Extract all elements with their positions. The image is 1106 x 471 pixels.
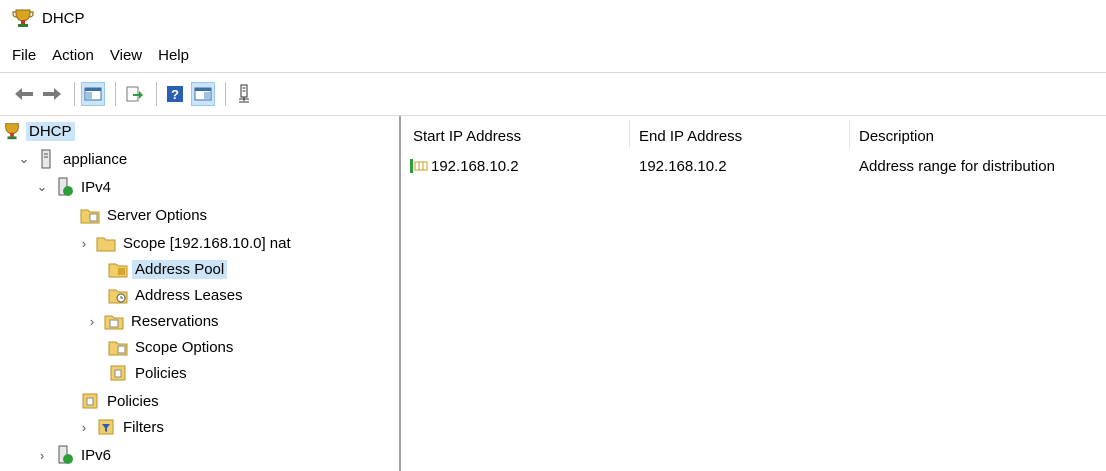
tree-label: Policies [135, 364, 187, 382]
folder-options-icon [108, 337, 128, 357]
tree-label: Policies [107, 392, 159, 410]
show-action-pane-icon [194, 87, 212, 101]
address-leases-icon [108, 285, 128, 305]
chevron-down-icon[interactable]: ⌄ [16, 151, 32, 167]
tree-item-scope-options[interactable]: Scope Options [104, 334, 236, 360]
window-title: DHCP [42, 9, 85, 27]
tree-item-reservations[interactable]: › Reservations [90, 308, 222, 334]
console-tree: DHCP ⌄ appliance ⌄ IPv4 Server Options ›… [0, 116, 401, 471]
policies-icon [80, 391, 100, 411]
tree-label: appliance [63, 150, 128, 168]
show-hide-tree-button[interactable] [81, 82, 105, 106]
start-ip-value: 192.168.10.2 [431, 157, 519, 175]
result-list: Start IP Address End IP Address Descript… [403, 116, 1106, 471]
dhcp-app-icon [12, 7, 34, 29]
chevron-right-icon[interactable]: › [34, 448, 50, 463]
description-cell: Address range for distribution [859, 157, 1055, 175]
dhcp-icon [2, 121, 22, 141]
reservations-icon [104, 311, 124, 331]
column-header-start-ip[interactable]: Start IP Address [413, 124, 623, 148]
address-pool-icon [108, 259, 128, 279]
tree-item-filters[interactable]: › Filters [76, 414, 167, 440]
server-icon [36, 149, 56, 169]
export-list-button[interactable] [122, 82, 146, 106]
back-button[interactable] [12, 82, 36, 106]
table-row[interactable]: 192.168.10.2 192.168.10.2 Address range … [403, 154, 1106, 178]
tree-label: Address Leases [135, 286, 243, 304]
server-icon [239, 84, 249, 103]
tree-item-ipv4[interactable]: ⌄ IPv4 [34, 174, 114, 200]
toolbar: ? [0, 74, 1106, 114]
back-icon [15, 88, 33, 100]
tree-item-ipv6[interactable]: › IPv6 [34, 442, 114, 468]
tree-label: IPv6 [81, 446, 112, 464]
server-action-button[interactable] [232, 82, 256, 106]
column-divider[interactable] [849, 120, 850, 148]
ipv4-icon [54, 177, 74, 197]
toolbar-separator [115, 82, 116, 106]
toolbar-separator [74, 82, 75, 106]
title-bar: DHCP [0, 0, 1106, 36]
tree-label: Server Options [107, 206, 208, 224]
menu-action[interactable]: Action [52, 47, 94, 64]
menu-view[interactable]: View [110, 47, 142, 64]
ipv6-icon [54, 445, 74, 465]
folder-icon [96, 233, 116, 253]
column-header-end-ip[interactable]: End IP Address [639, 124, 849, 148]
chevron-right-icon[interactable]: › [76, 236, 92, 251]
tree-item-address-pool[interactable]: Address Pool [104, 256, 228, 282]
start-ip-cell: 192.168.10.2 [409, 154, 519, 178]
show-action-pane-button[interactable] [191, 82, 215, 106]
tree-item-scope-policies[interactable]: Policies [104, 360, 190, 386]
end-ip-cell: 192.168.10.2 [639, 157, 727, 175]
toolbar-separator [156, 82, 157, 106]
folder-options-icon [80, 205, 100, 225]
help-button[interactable]: ? [163, 82, 187, 106]
tree-label: IPv4 [81, 178, 112, 196]
forward-button[interactable] [40, 82, 64, 106]
tree-label: Reservations [131, 312, 219, 330]
export-list-icon [126, 86, 143, 102]
tree-label: Address Pool [132, 259, 228, 279]
chevron-down-icon[interactable]: ⌄ [34, 179, 50, 195]
menu-toolbar-divider [0, 72, 1106, 73]
menu-help[interactable]: Help [158, 47, 189, 64]
tree-item-appliance[interactable]: ⌄ appliance [16, 146, 130, 172]
show-hide-tree-icon [84, 87, 102, 101]
toolbar-separator [225, 82, 226, 106]
tree-label: Scope Options [135, 338, 234, 356]
tree-label: DHCP [26, 121, 75, 141]
tree-label: Filters [123, 418, 164, 436]
policies-icon [108, 363, 128, 383]
tree-item-dhcp[interactable]: DHCP [2, 118, 75, 144]
menu-bar: File Action View Help [0, 40, 1106, 70]
tree-label: Scope [192.168.10.0] nat [123, 234, 291, 252]
tree-item-policies[interactable]: Policies [76, 388, 162, 414]
column-header-description[interactable]: Description [859, 124, 1099, 148]
menu-file[interactable]: File [12, 47, 36, 64]
tree-item-server-options[interactable]: Server Options [76, 202, 210, 228]
column-divider[interactable] [629, 120, 630, 148]
svg-text:?: ? [171, 87, 179, 102]
tree-item-address-leases[interactable]: Address Leases [104, 282, 246, 308]
tree-item-scope[interactable]: › Scope [192.168.10.0] nat [76, 230, 294, 256]
filters-icon [96, 417, 116, 437]
address-range-icon [409, 158, 429, 174]
help-icon: ? [167, 86, 183, 102]
forward-icon [43, 88, 61, 100]
chevron-right-icon[interactable]: › [76, 420, 92, 435]
chevron-right-icon[interactable]: › [84, 314, 100, 329]
